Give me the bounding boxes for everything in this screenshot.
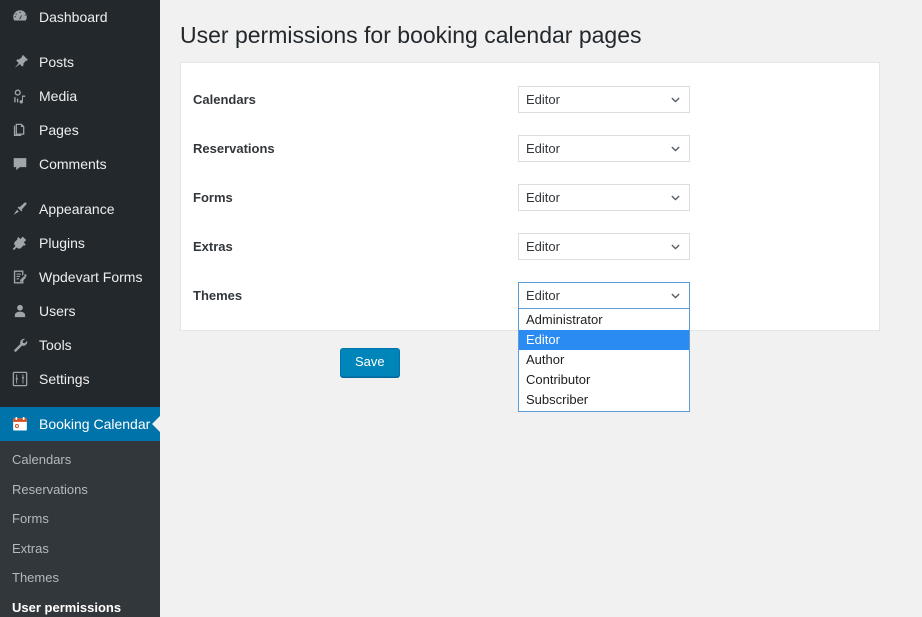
sidebar-item-label: Plugins [39, 236, 85, 250]
permission-row-forms: Forms Editor [193, 173, 867, 222]
role-select-wrapper: Editor [518, 233, 690, 260]
sidebar-item-tools[interactable]: Tools [0, 328, 160, 362]
sliders-icon [10, 369, 30, 389]
user-icon [10, 301, 30, 321]
permission-row-extras: Extras Editor [193, 222, 867, 271]
sidebar-item-label: Booking Calendar [39, 417, 150, 431]
role-select-calendars[interactable]: Editor [518, 86, 690, 113]
form-icon [10, 267, 30, 287]
role-select-wrapper: Editor [518, 135, 690, 162]
submenu-item-extras[interactable]: Extras [0, 534, 160, 564]
active-menu-arrow [152, 416, 160, 432]
sidebar-item-dashboard[interactable]: Dashboard [0, 0, 160, 34]
chevron-down-icon [669, 142, 682, 155]
chevron-down-icon [669, 191, 682, 204]
role-select-value: Editor [526, 141, 560, 156]
permission-label: Calendars [193, 92, 518, 107]
permission-row-reservations: Reservations Editor [193, 124, 867, 173]
sidebar-item-users[interactable]: Users [0, 294, 160, 328]
dashboard-icon [10, 7, 30, 27]
admin-screen: Dashboard Posts Media Pages Comments Appearan… [0, 0, 922, 617]
sidebar-item-media[interactable]: Media [0, 79, 160, 113]
permission-label: Themes [193, 288, 518, 303]
menu-separator [0, 396, 160, 407]
sidebar-item-label: Dashboard [39, 10, 108, 24]
sidebar-item-wpdevart-forms[interactable]: Wpdevart Forms [0, 260, 160, 294]
permissions-panel: Calendars Editor Reservations Editor Forms Ed… [180, 62, 880, 331]
role-select-wrapper: Editor [518, 86, 690, 113]
sidebar-item-label: Settings [39, 372, 90, 386]
submenu-item-calendars[interactable]: Calendars [0, 445, 160, 475]
menu-separator [0, 181, 160, 192]
save-button[interactable]: Save [340, 348, 400, 377]
sidebar-item-posts[interactable]: Posts [0, 45, 160, 79]
calendar-icon [10, 414, 30, 434]
sidebar-item-label: Users [39, 304, 76, 318]
sidebar-item-label: Pages [39, 123, 79, 137]
sidebar-item-label: Media [39, 89, 77, 103]
role-select-forms[interactable]: Editor [518, 184, 690, 211]
permission-label: Reservations [193, 141, 518, 156]
permission-label: Forms [193, 190, 518, 205]
permission-row-calendars: Calendars Editor [193, 75, 867, 124]
submenu-item-forms[interactable]: Forms [0, 504, 160, 534]
role-select-value: Editor [526, 190, 560, 205]
dropdown-option-author[interactable]: Author [519, 350, 689, 370]
role-select-reservations[interactable]: Editor [518, 135, 690, 162]
role-select-value: Editor [526, 92, 560, 107]
sidebar-item-plugins[interactable]: Plugins [0, 226, 160, 260]
dropdown-option-administrator[interactable]: Administrator [519, 310, 689, 330]
sidebar-item-label: Tools [39, 338, 72, 352]
dropdown-option-subscriber[interactable]: Subscriber [519, 390, 689, 410]
wrench-icon [10, 335, 30, 355]
paintbrush-icon [10, 199, 30, 219]
sidebar-item-label: Posts [39, 55, 74, 69]
sidebar-item-appearance[interactable]: Appearance [0, 192, 160, 226]
chevron-down-icon [669, 240, 682, 253]
sidebar-item-comments[interactable]: Comments [0, 147, 160, 181]
role-select-wrapper: Editor [518, 184, 690, 211]
permission-row-themes: ThemesEditorAdministratorEditorAuthorCon… [193, 271, 867, 320]
main-content: User permissions for booking calendar pa… [160, 0, 922, 617]
sidebar-item-label: Wpdevart Forms [39, 270, 142, 284]
admin-sidebar: Dashboard Posts Media Pages Comments Appearan… [0, 0, 160, 617]
sidebar-item-booking-calendar[interactable]: Booking Calendar [0, 407, 160, 441]
submenu-item-user-permissions[interactable]: User permissions [0, 593, 160, 617]
permissions-rows: Calendars Editor Reservations Editor Forms Ed… [193, 75, 867, 320]
role-select-value: Editor [526, 239, 560, 254]
dropdown-option-contributor[interactable]: Contributor [519, 370, 689, 390]
role-select-extras[interactable]: Editor [518, 233, 690, 260]
sidebar-item-label: Comments [39, 157, 107, 171]
pin-icon [10, 52, 30, 72]
role-select-themes[interactable]: Editor [518, 282, 690, 309]
comments-icon [10, 154, 30, 174]
sidebar-item-label: Appearance [39, 202, 115, 216]
role-dropdown-list: AdministratorEditorAuthorContributorSubs… [518, 309, 690, 412]
plug-icon [10, 233, 30, 253]
page-title: User permissions for booking calendar pa… [180, 12, 922, 55]
role-select-value: Editor [526, 288, 560, 303]
pages-icon [10, 120, 30, 140]
permission-label: Extras [193, 239, 518, 254]
submenu-item-reservations[interactable]: Reservations [0, 475, 160, 505]
role-select-wrapper: EditorAdministratorEditorAuthorContribut… [518, 282, 690, 309]
sidebar-item-pages[interactable]: Pages [0, 113, 160, 147]
menu-separator [0, 34, 160, 45]
chevron-down-icon [669, 289, 682, 302]
media-icon [10, 86, 30, 106]
sidebar-menu-list: Dashboard Posts Media Pages Comments Appearan… [0, 0, 160, 441]
booking-calendar-submenu: CalendarsReservationsFormsExtrasThemesUs… [0, 441, 160, 617]
dropdown-option-editor[interactable]: Editor [519, 330, 689, 350]
chevron-down-icon [669, 93, 682, 106]
submenu-item-themes[interactable]: Themes [0, 563, 160, 593]
sidebar-item-settings[interactable]: Settings [0, 362, 160, 396]
